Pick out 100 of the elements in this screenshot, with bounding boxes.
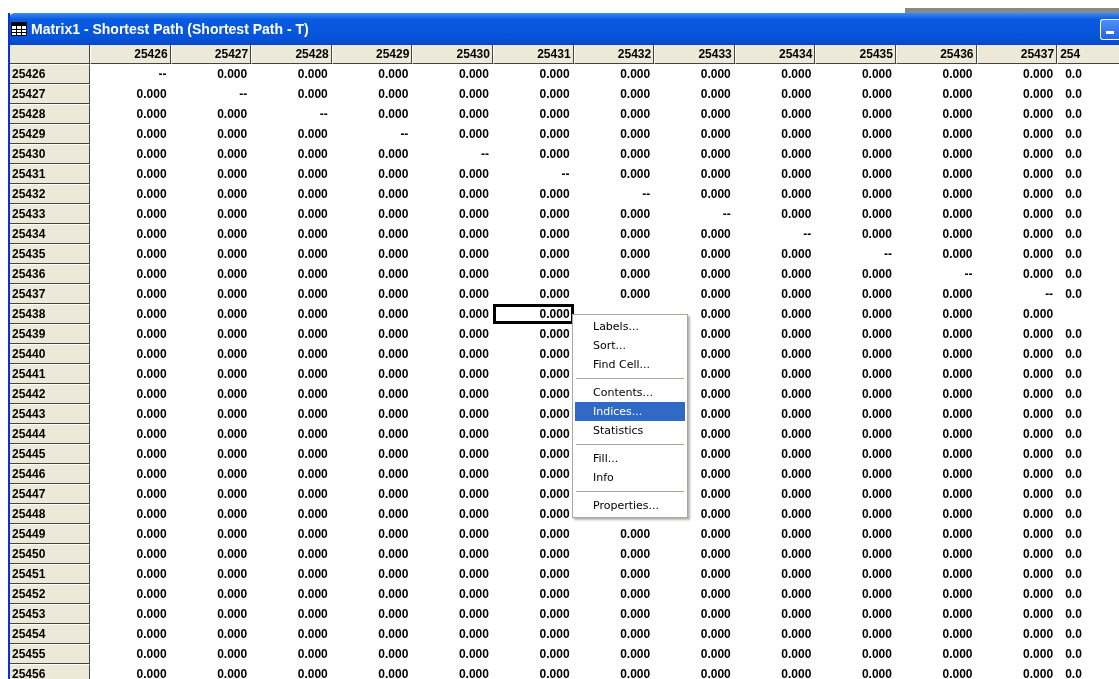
row-header[interactable]: 25441 [10, 364, 90, 384]
table-cell-text: 0.000 [619, 126, 652, 143]
table-cell-text: 0.000 [699, 606, 732, 623]
menu-item[interactable]: Statistics [575, 421, 685, 440]
column-header[interactable]: 25430 [412, 45, 493, 64]
table-cell-text: 0.000 [538, 666, 571, 679]
table-cell-text: 0.000 [538, 126, 571, 143]
table-cell-text: 0.000 [216, 266, 249, 283]
row-header[interactable]: 25450 [10, 544, 90, 564]
table-cell-text: 0.000 [457, 486, 490, 503]
row-header[interactable]: 25427 [10, 84, 90, 104]
table-cell-text: 0.000 [941, 666, 974, 679]
table-cell-text: 0.000 [538, 186, 571, 203]
column-header[interactable]: 25437 [976, 45, 1058, 64]
table-cell-text: 0.000 [1022, 226, 1055, 243]
column-header[interactable]: 25428 [251, 45, 332, 64]
column-header[interactable]: 25426 [90, 45, 171, 64]
table-cell-text: 0.000 [216, 546, 249, 563]
row-header[interactable]: 25434 [10, 224, 90, 244]
table-cell-text: 0.0 [1064, 126, 1083, 143]
row-header[interactable]: 25454 [10, 624, 90, 644]
column-header[interactable]: 25431 [492, 45, 574, 64]
table-cell-text: 0.0 [1064, 166, 1083, 183]
row-header[interactable]: 25440 [10, 344, 90, 364]
table-cell-text: -- [963, 266, 974, 283]
row-header[interactable]: 25445 [10, 444, 90, 464]
row-header[interactable]: 25430 [10, 144, 90, 164]
table-cell-text: 0.000 [780, 486, 813, 503]
menu-item[interactable]: Properties... [575, 496, 685, 515]
table-cell-text: 0.000 [941, 326, 974, 343]
row-header[interactable]: 25429 [10, 124, 90, 144]
row-header[interactable]: 25451 [10, 564, 90, 584]
row-header[interactable]: 25426 [10, 64, 90, 84]
table-cell-text: 0.000 [1022, 326, 1055, 343]
row-header[interactable]: 25432 [10, 184, 90, 204]
table-cell-text: 0.000 [296, 66, 329, 83]
column-header[interactable]: 25436 [895, 45, 977, 64]
table-cell-text: 0.000 [296, 326, 329, 343]
table-cell-text: 0.000 [457, 526, 490, 543]
table-cell-text: 0.000 [538, 346, 571, 363]
menu-item[interactable]: Fill... [575, 449, 685, 468]
menu-item[interactable]: Indices... [575, 402, 685, 421]
minimize-button[interactable] [1100, 18, 1119, 40]
row-header[interactable]: 25446 [10, 464, 90, 484]
column-header[interactable]: 25433 [654, 45, 735, 64]
column-header[interactable]: 25429 [331, 45, 413, 64]
row-header[interactable]: 25452 [10, 584, 90, 604]
table-cell-text: 0.000 [619, 286, 652, 303]
row-header[interactable]: 25433 [10, 204, 90, 224]
row-header[interactable]: 25456 [10, 664, 90, 679]
table-icon [11, 22, 27, 36]
menu-item[interactable]: Labels... [575, 317, 685, 336]
menu-item[interactable]: Contents... [575, 383, 685, 402]
table-cell-text: 0.000 [780, 246, 813, 263]
table-cell-text: -- [318, 106, 329, 123]
row-header[interactable]: 25438 [10, 304, 90, 324]
table-cell-text: 0.0 [1064, 626, 1083, 643]
table-cell-text: 0.000 [377, 66, 410, 83]
row-header[interactable]: 25447 [10, 484, 90, 504]
table-cell-text: 0.000 [619, 626, 652, 643]
row-header[interactable]: 25439 [10, 324, 90, 344]
row-header[interactable]: 25455 [10, 644, 90, 664]
table-cell-text: 0.000 [860, 666, 893, 679]
menu-item[interactable]: Find Cell... [575, 355, 685, 374]
row-header[interactable]: 25449 [10, 524, 90, 544]
column-header[interactable]: 25427 [170, 45, 252, 64]
table-cell-text: 0.000 [457, 366, 490, 383]
row-header[interactable]: 25428 [10, 104, 90, 124]
table-cell-text: -- [641, 186, 652, 203]
row-header[interactable]: 25448 [10, 504, 90, 524]
table-cell-text: 0.000 [860, 366, 893, 383]
table-cell-text: 0.000 [538, 206, 571, 223]
table-cell-text: 0.000 [135, 346, 168, 363]
row-header[interactable]: 25443 [10, 404, 90, 424]
row-header[interactable]: 25437 [10, 284, 90, 304]
table-cell-text: 0.000 [941, 306, 974, 323]
column-header[interactable]: 25432 [573, 45, 655, 64]
row-header[interactable]: 25453 [10, 604, 90, 624]
table-cell-text: 0.000 [1022, 646, 1055, 663]
menu-item[interactable]: Sort... [575, 336, 685, 355]
row-header[interactable]: 25442 [10, 384, 90, 404]
table-cell-text: 0.000 [135, 486, 168, 503]
table-cell-text: 0.000 [377, 306, 410, 323]
column-header[interactable]: 254 [1057, 45, 1119, 64]
table-cell-text: 0.0 [1064, 386, 1083, 403]
table-cell-text: 0.000 [377, 106, 410, 123]
row-header[interactable]: 25431 [10, 164, 90, 184]
row-header[interactable]: 25435 [10, 244, 90, 264]
column-header[interactable]: 25435 [815, 45, 896, 64]
table-cell-text: 0.000 [699, 526, 732, 543]
row-header[interactable]: 25444 [10, 424, 90, 444]
row-header[interactable]: 25436 [10, 264, 90, 284]
column-header[interactable]: 25434 [734, 45, 816, 64]
menu-item[interactable]: Info [575, 468, 685, 487]
table-cell-text: -- [1044, 286, 1055, 303]
table-cell-text: 0.000 [457, 206, 490, 223]
table-cell-text: 0.000 [377, 266, 410, 283]
table-cell-text: 0.000 [135, 186, 168, 203]
table-cell-text: 0.0 [1064, 186, 1083, 203]
table-cell-text: 0.000 [216, 486, 249, 503]
